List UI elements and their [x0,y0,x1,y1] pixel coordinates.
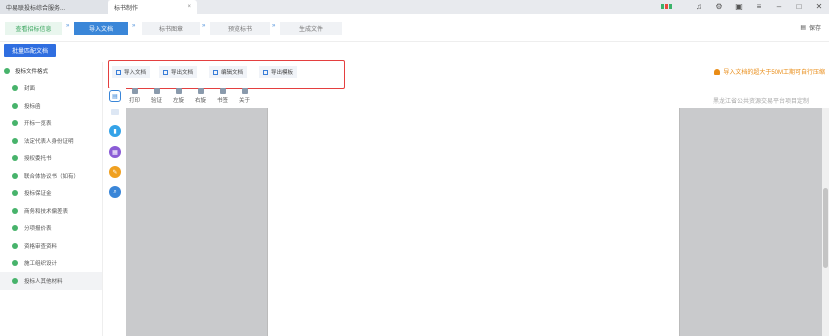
edit-icon [213,69,218,75]
page-icon[interactable]: ▮ [109,125,121,137]
sidebar-item-bid-letter[interactable]: 投标函 [0,97,102,115]
menu-icon[interactable]: ≡ [749,0,769,14]
tab-bidding-service[interactable]: 中易联投标综合服务... [0,0,108,14]
tray-indicator [661,4,672,9]
step-separator: » [66,23,70,29]
gear-icon[interactable]: ⚙ [709,0,729,14]
tab-bid-making[interactable]: 标书制作 × [108,0,197,14]
check-icon [12,155,18,162]
bell-icon[interactable]: ♫ [689,0,709,14]
vertical-scrollbar[interactable] [822,108,829,336]
verify-tool[interactable]: 验证 [151,88,162,106]
edit-doc-button[interactable]: 编辑文档 [209,66,248,78]
sidebar-item-qualification[interactable]: 资格审查资料 [0,237,102,255]
warning-bell-icon [714,68,721,75]
step-separator: » [132,23,136,29]
sidebar-item-cover[interactable]: 封面 [0,80,102,98]
sidebar-item-deposit[interactable]: 投标保证金 [0,185,102,203]
sidebar-item-consortium[interactable]: 联合体协议书（如有） [0,167,102,185]
rotate-left-tool[interactable]: 左旋 [173,88,184,106]
template-icon [263,69,268,75]
platform-label: 黑龙江省公共资源交易平台项目定制 [712,99,809,105]
check-icon [12,102,18,109]
check-icon [12,190,18,197]
save-button[interactable]: ▤ 保存 [800,23,821,32]
export-template-button[interactable]: 导出模板 [259,66,298,78]
about-tool[interactable]: 关于 [239,88,250,106]
thumbnail-icon[interactable] [111,109,119,115]
check-icon [12,260,18,267]
check-icon [12,120,18,127]
sidebar-item-authorization[interactable]: 授权委托书 [0,150,102,168]
check-icon [12,225,18,232]
bookmark-icon [219,88,226,94]
save-icon: ▤ [800,25,806,31]
tab-label: 标书制作 [114,5,139,12]
document-page[interactable] [267,108,680,336]
viewer-side-tools: ▤ ▮ ▦ ✎ ⌕ [106,88,126,336]
sidebar-item-opening-table[interactable]: 开标一览表 [0,115,102,133]
step-preview[interactable]: 预览标书 [210,22,270,35]
close-tab-icon[interactable]: × [187,4,191,10]
check-icon [12,277,18,284]
minimize-icon[interactable]: – [769,0,789,14]
tools-toggle-icon[interactable]: ▤ [109,90,121,102]
sidebar-header[interactable]: 投标文件格式 [0,62,102,80]
search-icon[interactable]: ⌕ [109,186,121,198]
export-doc-button[interactable]: 导出文档 [159,66,198,78]
import-doc-button[interactable]: 导入文档 [112,66,151,78]
batch-match-button[interactable]: 批量匹配文档 [4,44,56,57]
step-generate[interactable]: 生成文件 [280,22,342,35]
rotate-right-tool[interactable]: 右旋 [195,88,206,106]
check-icon [12,242,18,249]
sidebar-item-pricing[interactable]: 分项报价表 [0,220,102,238]
check-icon [12,207,18,214]
sidebar-item-legal-rep[interactable]: 法定代表人身份证明 [0,132,102,150]
scrollbar-thumb[interactable] [823,188,828,268]
export-icon [163,69,168,75]
size-warning: 导入文档的超大于50M工期可自行压缩 [714,67,825,76]
info-icon [241,88,248,94]
check-icon [4,67,10,74]
maximize-icon[interactable]: □ [789,0,809,14]
print-icon [131,88,138,94]
rotate-right-icon [197,88,204,94]
import-icon [116,69,121,75]
tab-label: 中易联投标综合服务... [6,5,66,12]
pen-icon[interactable]: ✎ [109,166,121,178]
bookmark-tool[interactable]: 书签 [217,88,228,106]
check-icon [12,172,18,179]
grid-icon[interactable]: ▦ [109,146,121,158]
step-separator: » [272,23,276,29]
verify-icon [153,88,160,94]
print-tool[interactable]: 打印 [129,88,140,106]
check-icon [12,85,18,92]
sidebar: 投标文件格式 封面 投标函 开标一览表 法定代表人身份证明 授权委托书 联合体协… [0,62,103,336]
sidebar-item-construction[interactable]: 施工组织设计 [0,255,102,273]
check-icon [12,137,18,144]
step-separator: » [202,23,206,29]
rotate-left-icon [175,88,182,94]
title-bar: 中易联投标综合服务... 标书制作 × ♫ ⚙ ▣ ≡ – □ ✕ [0,0,829,14]
screen-icon[interactable]: ▣ [729,0,749,14]
step-import-doc[interactable]: 导入文档 [74,22,128,35]
sidebar-item-other[interactable]: 投标人其他材料 [0,272,102,290]
close-icon[interactable]: ✕ [809,0,829,14]
step-view-bid-info[interactable]: 查看招标信息 [5,22,62,35]
step-bid-stamp[interactable]: 标书图章 [142,22,200,35]
step-bar: 查看招标信息 » 导入文档 » 标书图章 » 预览标书 » 生成文件 ▤ 保存 [0,14,829,42]
sidebar-item-deviation[interactable]: 商务和技术偏差表 [0,202,102,220]
window-controls: ♫ ⚙ ▣ ≡ – □ ✕ [689,0,829,14]
